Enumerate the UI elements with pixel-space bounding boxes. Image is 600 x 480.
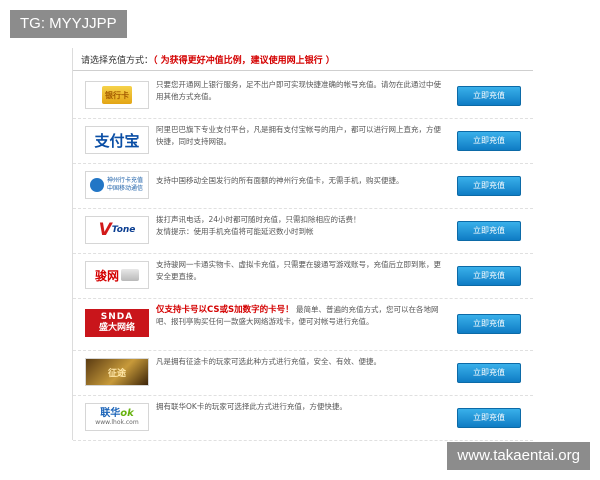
method-row-zhengtu: 征途 凡是拥有征途卡的玩家可选此种方式进行充值，安全、有效、便捷。 立即充值 [73,350,533,396]
method-description: 只要您开通网上银行服务，足不出户即可实现快捷准确的帐号充值。请勿在此通过中使用其… [156,80,441,101]
recharge-now-button[interactable]: 立即充值 [457,314,521,334]
vtone-logo-tone: Tone [111,225,136,235]
snda-logo-text: SNDA [100,312,134,322]
method-row-vtone: V Tone 拨打声讯电话，24小时都可随时充值，只需扣除相应的话费！ 友情提示：… [73,208,533,254]
method-row-alipay: 支付宝 阿里巴巴旗下专业支付平台，凡是拥有支付宝帐号的用户，都可以进行网上直充，… [73,118,533,164]
snda-logo-subtext: 盛大网络 [98,323,135,333]
recharge-now-button[interactable]: 立即充值 [457,221,521,241]
method-row-snda: SNDA 盛大网络 仅支持卡号以CS或S加数字的卡号！ 最简单、普遍的充值方式，… [73,298,533,351]
header-divider [73,70,533,71]
china-mobile-icon: 神州行卡充值 中国移动通信 [85,171,149,199]
zhengtu-logo-text: 征途 [107,368,126,379]
recharge-now-button[interactable]: 立即充值 [457,266,521,286]
method-warning: 仅支持卡号以CS或S加数字的卡号！ [156,305,294,315]
method-description: 支持骏网一卡通实物卡、虚拟卡充值，只需要在骏通写游戏账号，充值后立即到账，更安全… [156,260,441,281]
section-label: 请选择充值方式： [81,56,154,66]
method-description: 拨打声讯电话，24小时都可随时充值，只需扣除相应的话费！ 友情提示：使用手机充值… [156,214,446,238]
method-row-ofcard: 联华ok www.lhok.com 拥有联华OK卡的玩家可选择此方式进行充值，方… [73,395,533,441]
recharge-now-button[interactable]: 立即充值 [457,86,521,106]
recharge-method-panel: 请选择充值方式：（ 为获得更好冲值比例，建议使用网上银行 ） 银行卡 只要您开通… [72,48,533,441]
snda-icon: SNDA 盛大网络 [85,309,149,337]
bank-card-icon: 银行卡 [85,81,149,109]
ofcard-logo-url: www.lhok.com [95,418,139,426]
recharge-now-button[interactable]: 立即充值 [457,408,521,428]
method-description: 凡是拥有征途卡的玩家可选此种方式进行充值，安全、有效、便捷。 [156,357,381,366]
watermark-bottom: www.takaentai.org [447,442,590,470]
junnet-logo-text: 骏网 [94,268,119,283]
zhengtu-card-icon: 征途 [85,358,149,386]
szx-logo-subtext: 中国移动通信 [107,185,144,192]
section-hint: （ 为获得更好冲值比例，建议使用网上银行 ） [153,56,335,66]
ofcard-logo-text: 联华 [100,407,121,419]
card-icon [121,269,139,281]
szx-logo-text: 神州行卡充值 [107,177,144,184]
vtone-icon: V Tone [85,216,149,244]
recharge-now-button[interactable]: 立即充值 [457,363,521,383]
recharge-now-button[interactable]: 立即充值 [457,176,521,196]
method-description: 支持中国移动全国发行的所有面额的神州行充值卡，无需手机，购买便捷。 [156,176,404,185]
method-description: 阿里巴巴旗下专业支付平台，凡是拥有支付宝帐号的用户，都可以进行网上直充，方便快捷… [156,125,441,146]
method-description-line2: 友情提示：使用手机充值将可能延迟数小时到帐 [156,227,314,236]
china-mobile-emblem [90,178,104,192]
section-header: 请选择充值方式：（ 为获得更好冲值比例，建议使用网上银行 ） [81,52,533,70]
alipay-logo-text: 支付宝 [94,131,140,150]
vtone-logo-v: V [98,220,112,240]
recharge-now-button[interactable]: 立即充值 [457,131,521,151]
method-row-bank: 银行卡 只要您开通网上银行服务，足不出户即可实现快捷准确的帐号充值。请勿在此通过… [73,73,533,119]
ofcard-icon: 联华ok www.lhok.com [85,403,149,431]
method-row-szx: 神州行卡充值 中国移动通信 支持中国移动全国发行的所有面额的神州行充值卡，无需手… [73,163,533,209]
bank-card-logo-text: 银行卡 [102,86,132,104]
method-row-junnet: 骏网 支持骏网一卡通实物卡、虚拟卡充值，只需要在骏通写游戏账号，充值后立即到账，… [73,253,533,299]
junnet-card-icon: 骏网 [85,261,149,289]
method-description: 拥有联华OK卡的玩家可选择此方式进行充值，方便快捷。 [156,402,347,411]
alipay-icon: 支付宝 [85,126,149,154]
watermark-top: TG: MYYJJPP [10,10,127,38]
ofcard-logo-ok: ok [120,407,134,419]
method-description: 仅支持卡号以CS或S加数字的卡号！ 最简单、普遍的充值方式，您可以在各地网吧、报… [156,304,446,328]
method-description-line1: 拨打声讯电话，24小时都可随时充值，只需扣除相应的话费！ [156,215,361,224]
